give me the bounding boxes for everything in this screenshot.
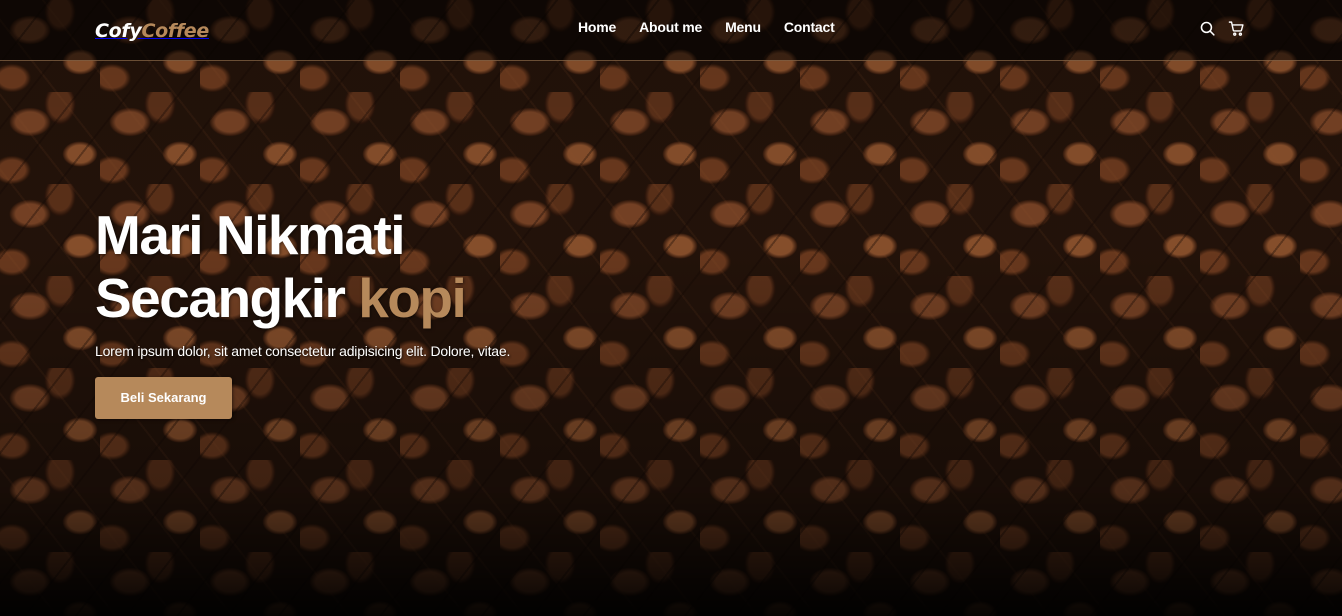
hero-description: Lorem ipsum dolor, sit amet consectetur … [95,343,511,359]
hero-title: Mari Nikmati Secangkir kopi [95,204,595,330]
nav-link-about-me[interactable]: About me [639,19,702,35]
hero-title-line2: Secangkir [95,267,346,329]
navbar: CofyCoffee Home About me Menu Contact [0,0,1342,61]
nav-icons [1199,20,1245,37]
hero-content: Mari Nikmati Secangkir kopi Lorem ipsum … [95,204,595,419]
hero-title-line1: Mari Nikmati [95,204,406,266]
logo-text-accent: Coffee [141,20,209,42]
nav-link-menu[interactable]: Menu [725,19,761,35]
hero-title-accent: kopi [358,267,467,329]
nav-link-contact[interactable]: Contact [784,19,835,35]
search-icon[interactable] [1199,20,1216,37]
nav-link-home[interactable]: Home [578,19,616,35]
logo-text-primary: Cofy [95,20,142,42]
buy-now-button[interactable]: Beli Sekarang [95,377,232,419]
nav-links: Home About me Menu Contact [578,19,835,35]
logo[interactable]: CofyCoffee [95,20,209,42]
shopping-cart-icon[interactable] [1228,20,1245,37]
